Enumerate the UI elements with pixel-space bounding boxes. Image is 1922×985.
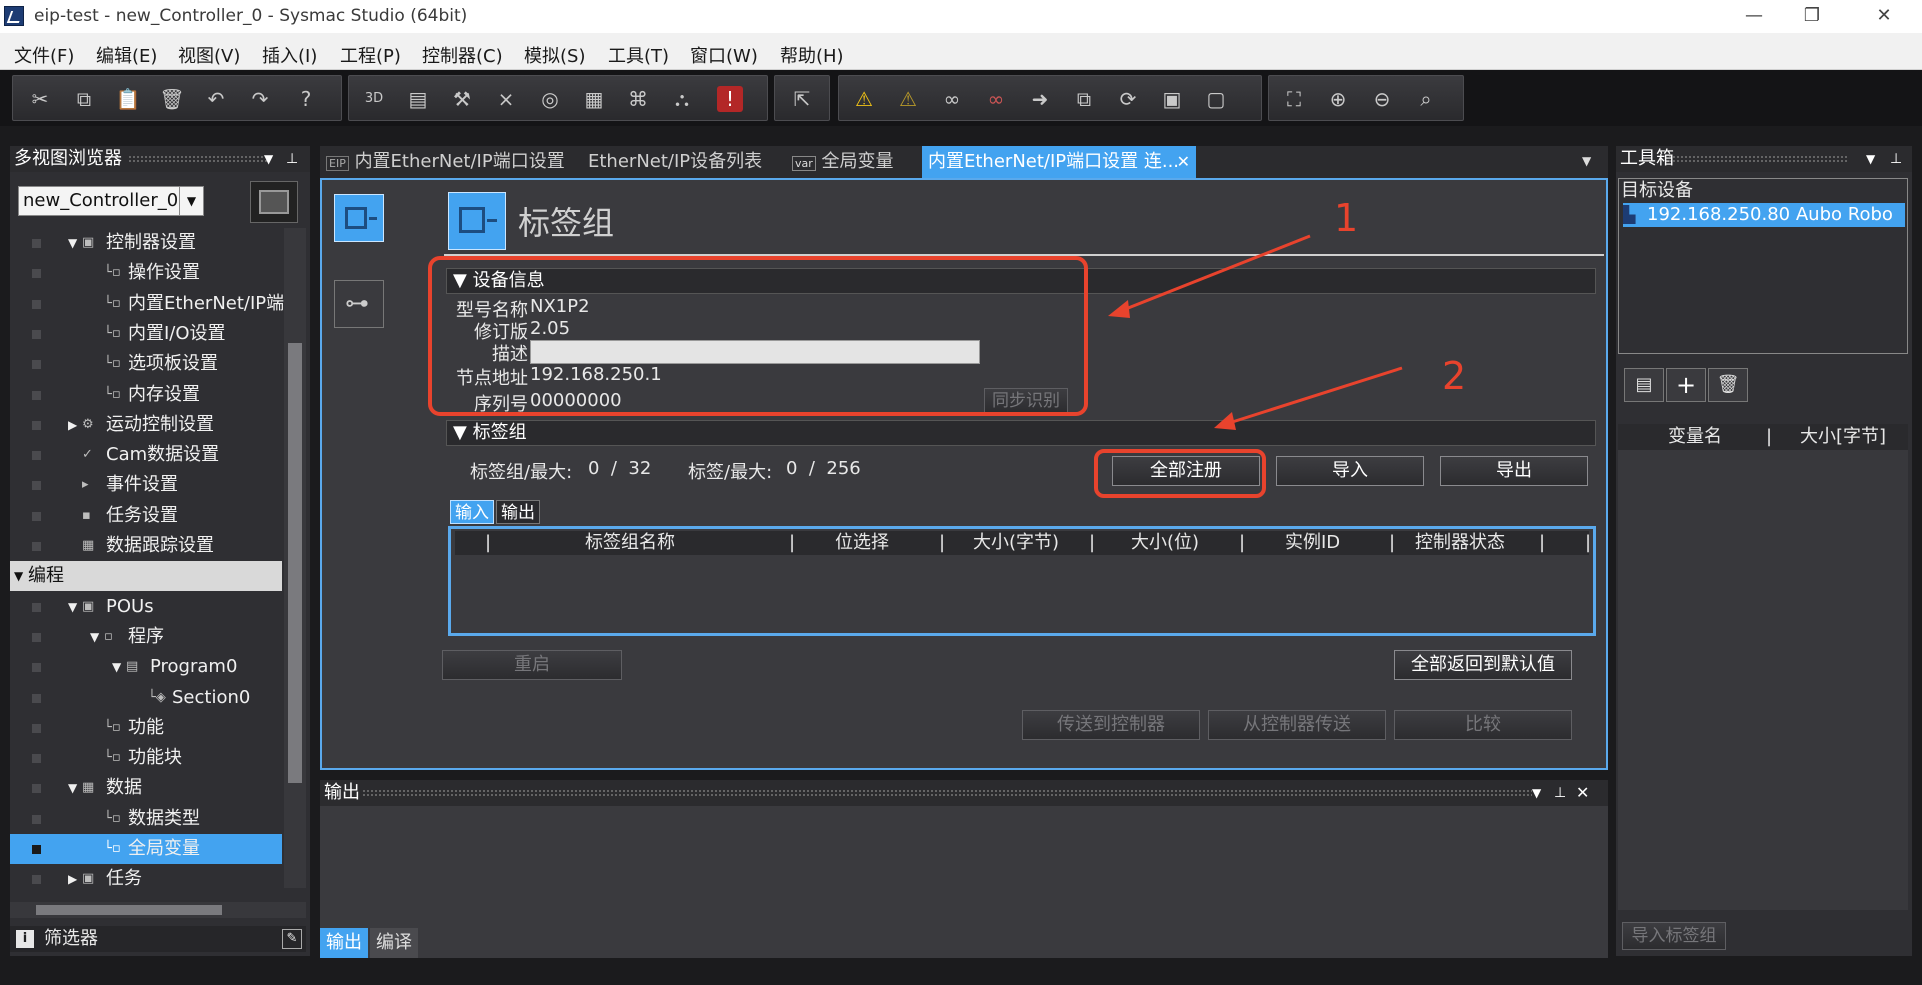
register-all-highlight [1094, 449, 1266, 498]
annotation-number-1: 1 [1334, 196, 1359, 240]
variable-list [1618, 450, 1908, 910]
toolbox-header: 工具箱 ▼ ⊥ [1616, 146, 1912, 172]
arrow-2-head [1214, 412, 1236, 430]
device-info-highlight [428, 256, 1088, 416]
target-device-label: 目标设备 [1621, 180, 1693, 201]
target-device-item[interactable]: ▙ 192.168.250.80 Aubo Robo [1623, 203, 1905, 227]
output-tab[interactable]: 输出 [320, 928, 368, 958]
import-tag-groups-button[interactable]: 导入标签组 [1622, 922, 1726, 950]
toolbox-panel: 工具箱 ▼ ⊥ 目标设备 ▙ 192.168.250.80 Aubo Robo ▤… [1616, 146, 1912, 956]
folder-add-icon[interactable]: ▤ [1624, 368, 1664, 402]
trash-icon[interactable]: 🗑 [1708, 368, 1748, 402]
toolbox-title: 工具箱 [1620, 148, 1674, 169]
network-device-icon: ▙ [1623, 205, 1636, 224]
close-icon[interactable]: ✕ [1576, 780, 1589, 806]
output-panel: 输出 ▼ ⊥ ✕ 输出 编译 [320, 780, 1608, 958]
chevron-down-icon[interactable]: ▼ [1532, 780, 1541, 806]
chevron-down-icon[interactable]: ▼ [1866, 146, 1875, 172]
output-title: 输出 [324, 782, 360, 803]
arrow-1-head [1108, 300, 1130, 318]
output-header: 输出 ▼ ⊥ ✕ [320, 780, 1608, 806]
arrow-1-line [1117, 234, 1311, 314]
variable-table-header: 变量名 | 大小[字节] [1618, 424, 1908, 450]
pin-icon[interactable]: ⊥ [1554, 780, 1566, 806]
arrow-2-line [1225, 366, 1403, 426]
col-variable-name[interactable]: 变量名 [1668, 424, 1722, 450]
annotation-number-2: 2 [1442, 354, 1467, 398]
device-entry-text: 192.168.250.80 Aubo Robo [1647, 204, 1893, 225]
col-size-bytes[interactable]: 大小[字节] [1800, 424, 1886, 450]
compile-tab[interactable]: 编译 [370, 928, 418, 958]
add-icon[interactable]: + [1666, 368, 1706, 402]
target-device-list: 目标设备 ▙ 192.168.250.80 Aubo Robo [1618, 178, 1908, 354]
pin-icon[interactable]: ⊥ [1890, 146, 1902, 172]
